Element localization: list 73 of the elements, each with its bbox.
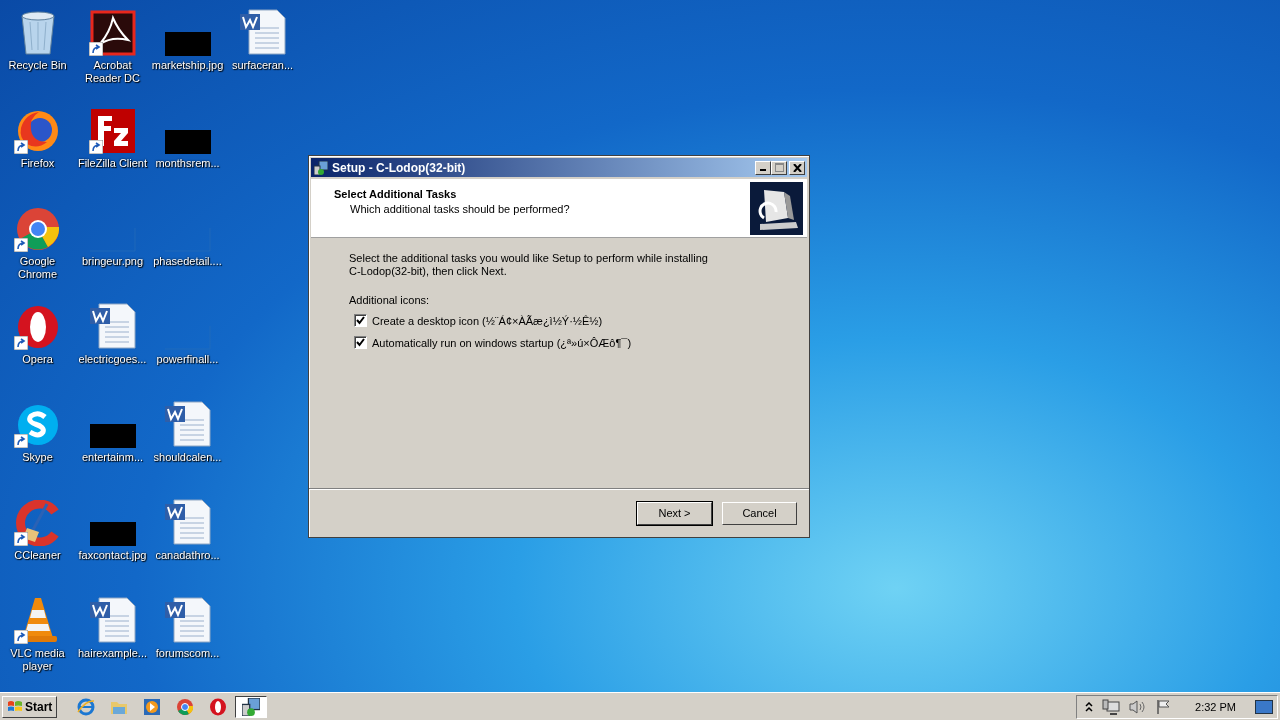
installer-icon xyxy=(314,160,328,175)
checkmark-icon xyxy=(356,338,365,347)
maximize-icon xyxy=(774,163,784,172)
desktop-icon-label[interactable]: marketship.jpg xyxy=(150,59,225,72)
chrome-icon[interactable] xyxy=(14,206,61,252)
word-document-icon[interactable] xyxy=(88,596,137,644)
desktop-icon-label[interactable]: canadathro... xyxy=(150,549,225,562)
checkmark-icon xyxy=(356,316,365,325)
acrobat-icon[interactable] xyxy=(89,10,136,56)
network-icon[interactable] xyxy=(1102,698,1121,715)
desktop-icon-label[interactable]: VLC media player xyxy=(0,647,75,673)
word-document-icon[interactable] xyxy=(163,498,212,546)
internet-explorer-icon[interactable] xyxy=(77,697,96,716)
checkbox-label[interactable]: Create a desktop icon (½¨Á¢×ÀÃæ¿ì½Ý·½Ê½) xyxy=(372,314,603,327)
desktop-icon-label[interactable]: shouldcalen... xyxy=(150,451,225,464)
checkbox-label[interactable]: Automatically run on windows startup (¿ª»ú×ÔÆô¶¯) xyxy=(372,336,632,349)
speaker-icon[interactable] xyxy=(1129,698,1148,715)
desktop-icon-label[interactable]: powerfinall... xyxy=(150,353,225,366)
minimize-icon xyxy=(760,169,766,171)
close-icon xyxy=(792,163,802,172)
word-document-icon[interactable] xyxy=(238,8,287,56)
desktop-icon-label[interactable]: Opera xyxy=(0,353,75,366)
shortcut-arrow-icon xyxy=(13,434,28,448)
shortcut-arrow-icon xyxy=(88,42,103,56)
setup-task-button[interactable] xyxy=(235,695,268,718)
word-document-icon[interactable] xyxy=(163,400,212,448)
desktop-icon-label[interactable]: phasedetail.... xyxy=(150,255,225,268)
shortcut-arrow-icon xyxy=(13,336,28,350)
desktop-icon-label[interactable]: CCleaner xyxy=(0,549,75,562)
shortcut-arrow-icon xyxy=(13,532,28,546)
group-label: Additional icons: xyxy=(349,294,430,306)
page-subheading: Which additional tasks should be performed? xyxy=(349,203,570,215)
shortcut-arrow-icon xyxy=(13,238,28,252)
show-desktop-icon[interactable] xyxy=(1255,699,1273,714)
word-document-icon[interactable] xyxy=(88,302,137,350)
desktop-icon-label[interactable]: Acrobat Reader DC xyxy=(75,59,150,85)
close-button[interactable] xyxy=(789,160,805,175)
checkbox[interactable] xyxy=(354,336,367,349)
desktop-icon-label[interactable]: entertainm... xyxy=(75,451,150,464)
shortcut-arrow-icon xyxy=(88,140,103,154)
checkbox[interactable] xyxy=(354,314,367,327)
desktop-icon-label[interactable]: Firefox xyxy=(0,157,75,170)
word-document-icon[interactable] xyxy=(163,596,212,644)
desktop-icon-label[interactable]: bringeur.png xyxy=(75,255,150,268)
desktop-icon-label[interactable]: FileZilla Client xyxy=(75,157,150,170)
cancel-button[interactable]: Cancel xyxy=(722,501,797,525)
opera-icon[interactable] xyxy=(209,697,228,716)
minimize-button[interactable] xyxy=(755,160,771,175)
next-button[interactable]: Next > xyxy=(637,501,712,525)
page-heading: Select Additional Tasks xyxy=(334,188,458,200)
desktop-icon-label[interactable]: forumscom... xyxy=(150,647,225,660)
window-title: Setup - C-Lodop(32-bit) xyxy=(332,160,467,175)
shortcut-arrow-icon xyxy=(13,140,28,154)
maximize-button[interactable] xyxy=(771,160,787,175)
desktop-icon-label[interactable]: faxcontact.jpg xyxy=(75,549,150,562)
desktop-icon-label[interactable]: monthsrem... xyxy=(150,157,225,170)
clock[interactable]: 2:32 PM xyxy=(1195,700,1236,713)
desktop-icon-label[interactable]: hairexample... xyxy=(75,647,150,660)
desktop-icon-label[interactable]: surfaceran... xyxy=(225,59,300,72)
desktop-icon-label[interactable]: Skype xyxy=(0,451,75,464)
ccleaner-icon[interactable] xyxy=(14,500,61,546)
chrome-icon[interactable] xyxy=(176,697,195,716)
media-player-icon[interactable] xyxy=(143,697,162,716)
chevron-up-icon[interactable] xyxy=(1085,701,1094,712)
filezilla-icon[interactable] xyxy=(89,108,136,154)
instructions-text: Select the additional tasks you would like Setup to perform while installing C-Lodop(32-bit), then click Next. xyxy=(349,252,709,278)
desktop-icon-label[interactable]: electricgoes... xyxy=(75,353,150,366)
installer-icon xyxy=(242,697,261,716)
shortcut-arrow-icon xyxy=(13,630,28,644)
windows-logo-icon xyxy=(7,699,23,714)
start-button[interactable]: Start xyxy=(2,695,58,718)
desktop-icon-label[interactable]: Google Chrome xyxy=(0,255,75,281)
desktop-icon-label[interactable]: Recycle Bin xyxy=(0,59,75,72)
